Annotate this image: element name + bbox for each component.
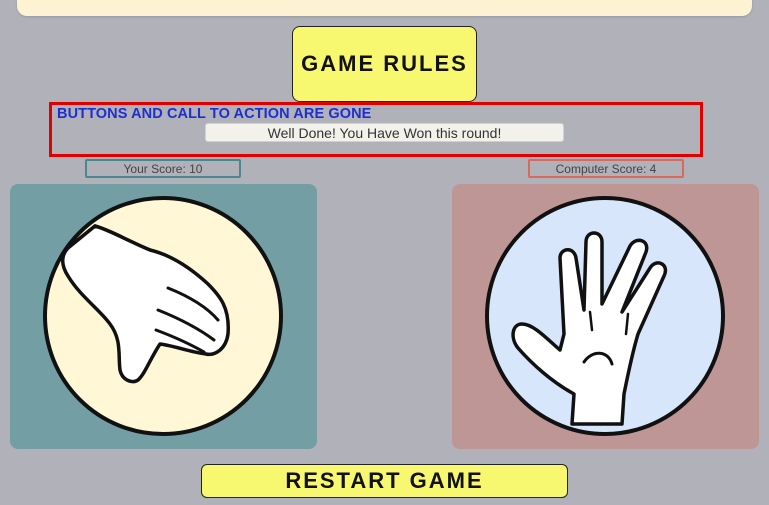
restart-game-button[interactable]: RESTART GAME: [201, 464, 568, 498]
game-rules-button[interactable]: GAME RULES: [292, 26, 477, 102]
computer-score: Computer Score: 4: [528, 159, 684, 178]
player-score: Your Score: 10: [85, 159, 241, 178]
computer-choice-panel: [452, 184, 759, 449]
player-choice-panel: [10, 184, 317, 449]
spock-hand-icon: [485, 196, 725, 436]
top-banner: [17, 0, 752, 16]
paper-hand-icon: [43, 196, 283, 436]
annotation-text: BUTTONS AND CALL TO ACTION ARE GONE: [57, 106, 372, 122]
result-message: Well Done! You Have Won this round!: [205, 123, 564, 142]
